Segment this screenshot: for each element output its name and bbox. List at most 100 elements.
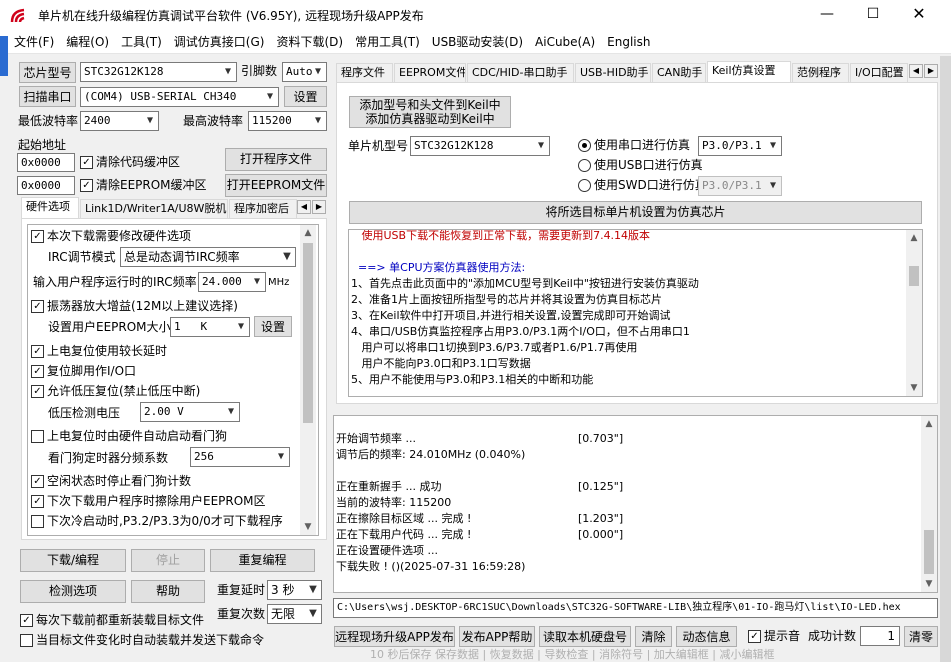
tab-scroll-left-icon[interactable]: ◀ — [909, 64, 923, 78]
eeprom-address-input[interactable]: 0x0000 — [17, 176, 75, 195]
radio-usb-emulation[interactable]: 使用USB口进行仿真 — [578, 157, 703, 173]
eeprom-size-set-button[interactable]: 设置 — [254, 316, 292, 337]
scroll-thumb[interactable] — [303, 243, 313, 423]
pin-count-select[interactable]: Auto ▼ — [282, 62, 327, 82]
log-output[interactable]: 开始调节频率 ... [0.703"] 调节后的频率: 24.010MHz (0.0… — [333, 415, 938, 593]
menu-tools[interactable]: 工具(T) — [115, 32, 168, 52]
irc-mode-select[interactable]: 总是动态调节IRC频率 ▼ — [120, 247, 296, 267]
scroll-thumb[interactable] — [924, 530, 934, 574]
log-lines: 开始调节频率 ... [0.703"] 调节后的频率: 24.010MHz (0.0… — [336, 431, 916, 575]
port-select[interactable]: (COM4) USB-SERIAL CH340 ▼ — [80, 87, 279, 107]
reset-count-button[interactable]: 清零 — [904, 626, 938, 647]
tab-link1d-offline[interactable]: Link1D/Writer1A/U8W脱机 — [80, 199, 228, 219]
tab-examples[interactable]: 范例程序 — [792, 63, 849, 83]
cold-boot-checkbox[interactable]: 下次冷启动时,P3.2/P3.3为0/0才可下载程序 — [31, 513, 283, 529]
tab-scroll-right-icon[interactable]: ▶ — [312, 200, 326, 214]
radio-serial-emulation[interactable]: 使用串口进行仿真 — [578, 137, 690, 153]
idle-wdt-checkbox[interactable]: ✓ 空闲状态时停止看门狗计数 — [31, 473, 191, 489]
radio-swd-emulation[interactable]: 使用SWD口进行仿真 — [578, 177, 707, 193]
irc-freq-select[interactable]: 24.000 ▼ — [198, 272, 266, 292]
tab-program-file[interactable]: 程序文件 — [336, 63, 393, 83]
remote-upgrade-button[interactable]: 远程现场升级APP发布 — [334, 626, 455, 647]
background-window-strip-left — [0, 36, 8, 76]
info-scrollbar[interactable]: ▲ ▼ — [906, 230, 922, 396]
log-scrollbar[interactable]: ▲ ▼ — [921, 416, 937, 592]
menu-program[interactable]: 编程(O) — [60, 32, 115, 52]
eeprom-size-select[interactable]: 1 K ▼ — [170, 317, 250, 337]
port-settings-button[interactable]: 设置 — [284, 86, 327, 107]
menu-common-tools[interactable]: 常用工具(T) — [349, 32, 426, 52]
download-program-button[interactable]: 下载/编程 — [20, 549, 126, 572]
serial-port-value: P3.0/P3.1 — [702, 139, 762, 152]
stop-button[interactable]: 停止 — [131, 549, 205, 572]
file-path-field[interactable]: C:\Users\wsj.DESKTOP-6RC1SUC\Downloads\S… — [333, 598, 938, 618]
scroll-up-icon[interactable]: ▲ — [300, 225, 316, 241]
scroll-down-icon[interactable]: ▼ — [300, 519, 316, 535]
open-program-file-button[interactable]: 打开程序文件 — [225, 148, 327, 171]
repeat-count-select[interactable]: 无限 ▼ — [267, 604, 322, 624]
tab-usb-hid[interactable]: USB-HID助手 — [575, 63, 651, 83]
tab-keil-emulation[interactable]: Keil仿真设置 — [707, 61, 791, 83]
maximize-button[interactable]: ☐ — [858, 6, 888, 26]
tab-scroll-left-icon[interactable]: ◀ — [297, 200, 311, 214]
close-button[interactable]: ✕ — [904, 4, 934, 24]
mcu-model-select[interactable]: STC32G12K128 ▼ — [410, 136, 550, 156]
wdt-auto-checkbox[interactable]: 上电复位时由硬件自动启动看门狗 — [31, 428, 227, 444]
emulation-info-textbox[interactable]: 使用USB下载不能恢复到正常下载，需要更新到7.4.14版本 ==> 单CPU方… — [348, 229, 923, 397]
repeat-program-button[interactable]: 重复编程 — [210, 549, 315, 572]
repeat-delay-select[interactable]: 3 秒 ▼ — [267, 580, 322, 600]
info-line: ==> 单CPU方案仿真器使用方法: — [351, 261, 526, 274]
menu-file[interactable]: 文件(F) — [8, 32, 60, 52]
clear-log-button[interactable]: 清除 — [635, 626, 672, 647]
menu-debug[interactable]: 调试仿真接口(G) — [168, 32, 271, 52]
scroll-up-icon[interactable]: ▲ — [906, 230, 922, 246]
minimize-button[interactable]: — — [812, 6, 842, 26]
chip-model-select[interactable]: STC32G12K128 ▼ — [80, 62, 237, 82]
erase-eeprom-checkbox[interactable]: ✓ 下次下载用户程序时擦除用户EEPROM区 — [31, 493, 266, 509]
publish-help-button[interactable]: 发布APP帮助 — [459, 626, 535, 647]
reset-io-checkbox[interactable]: ✓ 复位脚用作I/O口 — [31, 363, 136, 379]
scan-port-button[interactable]: 扫描串口 — [19, 86, 76, 107]
lvd-select[interactable]: 2.00 V ▼ — [140, 402, 240, 422]
por-delay-checkbox[interactable]: ✓ 上电复位使用较长延时 — [31, 343, 167, 359]
chip-model-button[interactable]: 芯片型号 — [19, 62, 76, 83]
tab-io-config[interactable]: I/O口配置 — [850, 63, 908, 83]
modify-hw-checkbox[interactable]: ✓ 本次下载需要修改硬件选项 — [31, 228, 191, 244]
menu-usb-driver[interactable]: USB驱动安装(D) — [426, 32, 529, 52]
help-button[interactable]: 帮助 — [131, 580, 205, 603]
max-baud-select[interactable]: 115200 ▼ — [248, 111, 327, 131]
menu-downloads[interactable]: 资料下载(D) — [270, 32, 349, 52]
radio-serial-label: 使用串口进行仿真 — [594, 138, 691, 152]
wdt-div-select[interactable]: 256 ▼ — [190, 447, 290, 467]
scroll-thumb[interactable] — [909, 266, 919, 286]
serial-port-select[interactable]: P3.0/P3.1 ▼ — [698, 136, 782, 156]
menu-aicube[interactable]: AiCube(A) — [529, 32, 601, 52]
tab-eeprom-file[interactable]: EEPROM文件 — [394, 63, 466, 83]
set-target-chip-button[interactable]: 将所选目标单片机设置为仿真芯片 — [349, 201, 922, 224]
tab-scroll-right-icon[interactable]: ▶ — [924, 64, 938, 78]
dynamic-info-button[interactable]: 动态信息 — [676, 626, 737, 647]
tab-can[interactable]: CAN助手 — [652, 63, 706, 83]
check-options-button[interactable]: 检测选项 — [20, 580, 126, 603]
auto-send-checkbox[interactable]: 当目标文件变化时自动装载并发送下载命令 — [20, 632, 264, 648]
read-disk-id-button[interactable]: 读取本机硬盘号 — [539, 626, 631, 647]
scroll-down-icon[interactable]: ▼ — [906, 380, 922, 396]
menu-english[interactable]: English — [601, 32, 656, 52]
reload-each-checkbox[interactable]: ✓ 每次下载前都重新装载目标文件 — [20, 612, 204, 628]
tab-cdc-hid-serial[interactable]: CDC/HID-串口助手 — [467, 63, 574, 83]
code-address-input[interactable]: 0x0000 — [17, 153, 75, 172]
min-baud-select[interactable]: 2400 ▼ — [80, 111, 159, 131]
swd-port-select[interactable]: P3.0/P3.1 ▼ — [698, 176, 782, 196]
clear-code-buffer-checkbox[interactable]: ✓ 清除代码缓冲区 — [80, 154, 180, 170]
beep-checkbox[interactable]: ✓ 提示音 — [748, 628, 800, 644]
tab-program-encrypt[interactable]: 程序加密后 — [229, 199, 297, 219]
add-to-keil-button[interactable]: 添加型号和头文件到Keil中 添加仿真器驱动到Keil中 — [349, 96, 511, 128]
tab-hardware-options[interactable]: 硬件选项 — [21, 197, 79, 219]
scroll-down-icon[interactable]: ▼ — [921, 576, 937, 592]
clear-eeprom-buffer-checkbox[interactable]: ✓ 清除EEPROM缓冲区 — [80, 177, 207, 193]
open-eeprom-file-button[interactable]: 打开EEPROM文件 — [225, 174, 327, 197]
lvr-checkbox[interactable]: ✓ 允许低压复位(禁止低压中断) — [31, 383, 200, 399]
scroll-up-icon[interactable]: ▲ — [921, 416, 937, 432]
osc-gain-checkbox[interactable]: ✓ 振荡器放大增益(12M以上建议选择) — [31, 298, 238, 314]
hw-options-scrollbar[interactable]: ▲ ▼ — [300, 225, 316, 535]
